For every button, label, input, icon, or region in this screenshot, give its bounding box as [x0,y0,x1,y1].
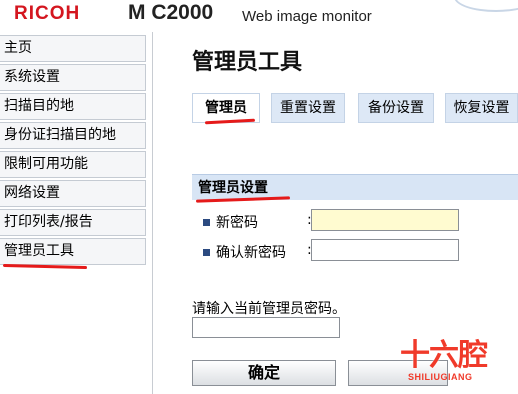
watermark-cn: 十六腔 [400,338,488,373]
sidebar-item-restrict-functions[interactable]: 限制可用功能 [0,151,146,178]
header-bar: RICOH M C2000 Web image monitor [0,0,518,33]
sidebar-item-scan-destination[interactable]: 扫描目的地 [0,93,146,120]
bullet-icon [203,218,210,226]
sidebar-item-print-list-report[interactable]: 打印列表/报告 [0,209,146,236]
page-title: 管理员工具 [192,50,303,75]
sidebar-item-home[interactable]: 主页 [0,35,146,62]
current-password-prompt: 请输入当前管理员密码。 [192,301,346,317]
sidebar: 主页 系统设置 扫描目的地 身份证扫描目的地 限制可用功能 网络设置 打印列表/… [0,32,153,394]
app-subtitle: Web image monitor [242,8,372,25]
sidebar-item-system-settings[interactable]: 系统设置 [0,64,146,91]
new-password-input[interactable] [311,209,459,231]
header-swoosh-decoration [454,0,518,12]
new-password-label: 新密码 [203,212,258,232]
tab-backup-settings[interactable]: 备份设置 [358,93,434,123]
confirm-password-label: 确认新密码 [203,242,286,262]
watermark-en: SHILIUGIANG [408,372,473,382]
tab-reset-settings[interactable]: 重置设置 [271,93,345,123]
section-title: 管理员设置 [198,180,268,196]
current-password-input[interactable] [192,317,340,338]
model-name: M C2000 [128,1,214,24]
sidebar-item-id-scan-destination[interactable]: 身份证扫描目的地 [0,122,146,149]
confirm-password-input[interactable] [311,239,459,261]
ricoh-logo: RICOH [14,3,81,24]
bullet-icon [203,248,210,256]
confirm-password-label-text: 确认新密码 [216,245,286,261]
new-password-label-text: 新密码 [216,215,258,231]
sidebar-item-network-settings[interactable]: 网络设置 [0,180,146,207]
confirm-button[interactable]: 确定 [192,360,336,386]
tab-restore-settings[interactable]: 恢复设置 [445,93,518,123]
watermark-logo: 十六腔 SHILIUGIANG [400,330,510,390]
sidebar-item-admin-tools[interactable]: 管理员工具 [0,238,146,265]
